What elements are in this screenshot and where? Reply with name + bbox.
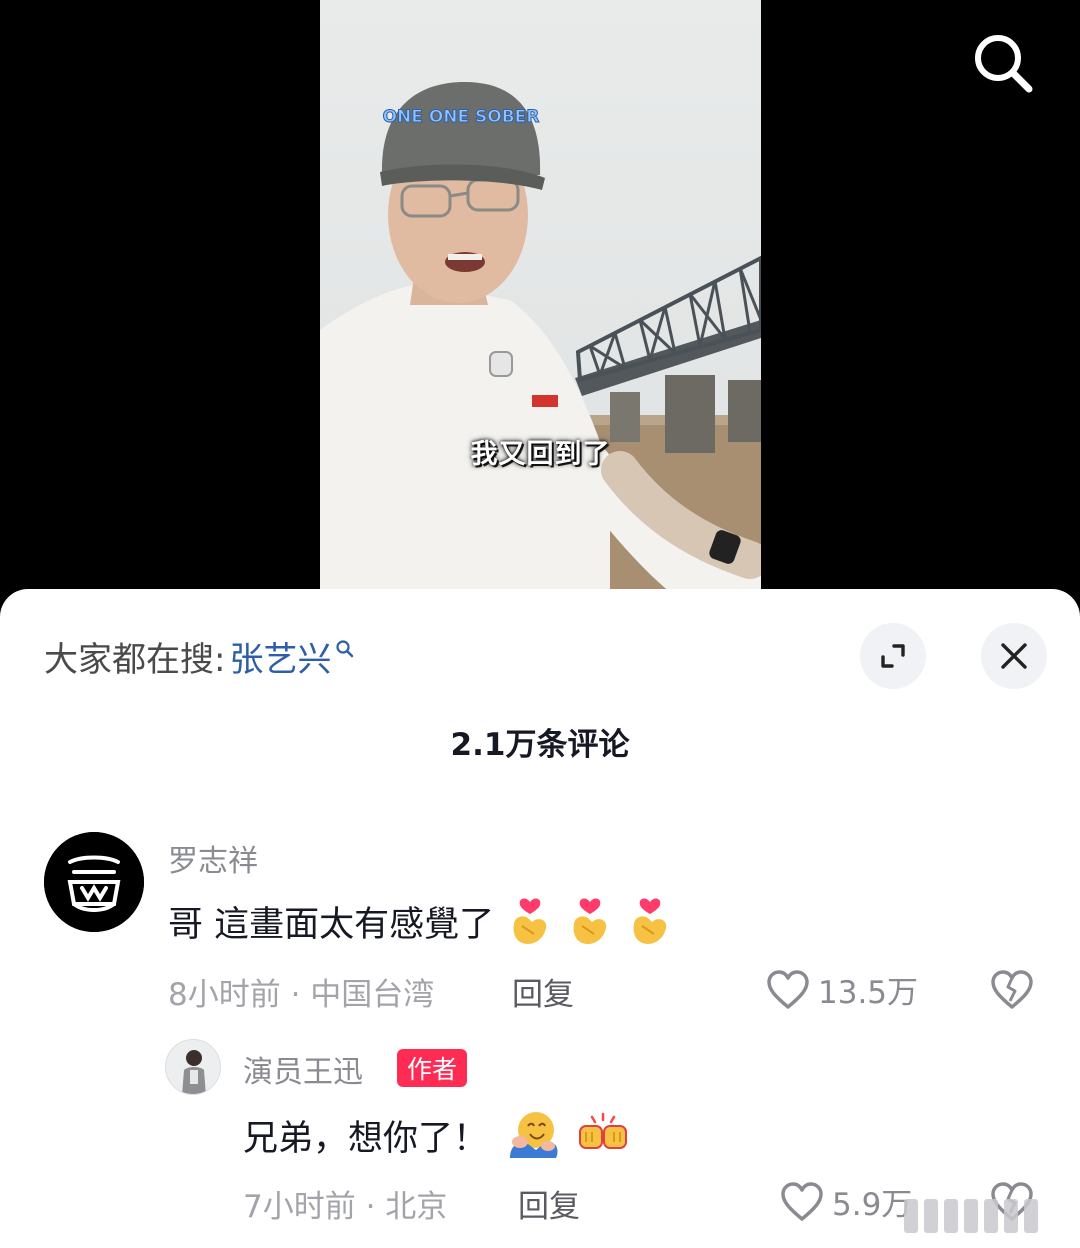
trending-term-link[interactable]: 张艺兴 xyxy=(229,632,331,681)
heart-hands-emoji-icon xyxy=(633,898,667,944)
expand-button[interactable] xyxy=(860,623,926,689)
hugging-face-emoji-icon xyxy=(510,1112,558,1158)
like-count: 13.5万 xyxy=(818,975,919,1011)
reply-like-button[interactable]: 5.9万 xyxy=(780,1179,912,1224)
small-search-icon xyxy=(336,640,354,658)
avatar-logo-icon xyxy=(44,832,144,932)
search-icon xyxy=(975,35,1033,93)
heart-outline-icon xyxy=(781,1181,823,1221)
video-subtitle: 我又回到了 xyxy=(470,439,611,470)
reply-body: 兄弟，想你了！ xyxy=(243,1118,489,1159)
author-badge: 作者 xyxy=(397,1049,468,1087)
reply-reply-button[interactable]: 回复 xyxy=(518,1181,580,1226)
comment-text: 哥 這畫面太有感覺了 xyxy=(168,896,688,946)
comment-count-title: 2.1万条评论 xyxy=(450,727,630,763)
reply-button[interactable]: 回复 xyxy=(512,969,574,1014)
trending-search[interactable]: 大家都在搜: 张艺兴 xyxy=(44,631,355,681)
search-button[interactable] xyxy=(968,28,1038,98)
video-still: ONE ONE SOBER xyxy=(320,0,761,600)
comment-username[interactable]: 罗志祥 xyxy=(168,836,258,880)
close-icon xyxy=(1001,643,1027,669)
reply-meta: 7小时前 · 北京 xyxy=(243,1189,448,1225)
comment-emojis xyxy=(508,896,688,946)
reply-emojis xyxy=(506,1110,646,1160)
like-button[interactable]: 13.5万 xyxy=(766,967,918,1012)
comment-body: 哥 這畫面太有感覺了 xyxy=(168,904,495,945)
comment-meta: 8小时前 · 中国台湾 xyxy=(168,977,435,1013)
video-player[interactable]: ONE ONE SOBER 我又回到了 xyxy=(0,0,1080,600)
video-frame: ONE ONE SOBER 我又回到了 xyxy=(320,0,761,600)
heart-hands-emoji-icon xyxy=(573,898,607,944)
person-photo-icon xyxy=(166,1040,220,1094)
reply-avatar[interactable] xyxy=(165,1039,221,1095)
reply-username[interactable]: 演员王迅 xyxy=(243,1047,363,1091)
close-button[interactable] xyxy=(981,623,1047,689)
heart-outline-icon xyxy=(767,969,809,1009)
avatar[interactable] xyxy=(44,832,144,932)
cap-logo-text: ONE ONE SOBER xyxy=(383,107,540,127)
broken-heart-icon xyxy=(991,970,1033,1009)
trending-prefix: 大家都在搜: xyxy=(44,639,226,680)
reply-text: 兄弟，想你了！ xyxy=(243,1107,646,1163)
watermark-icon xyxy=(904,1199,1038,1233)
dislike-button[interactable] xyxy=(990,969,1034,1015)
heart-hands-emoji-icon xyxy=(513,898,547,944)
fist-bump-emoji-icon xyxy=(579,1112,628,1149)
comment-panel: 大家都在搜: 张艺兴 2.1万条评论 罗志祥 哥 這畫面太有感覺了 8小时前 ·… xyxy=(0,589,1080,1248)
expand-icon xyxy=(881,644,905,668)
